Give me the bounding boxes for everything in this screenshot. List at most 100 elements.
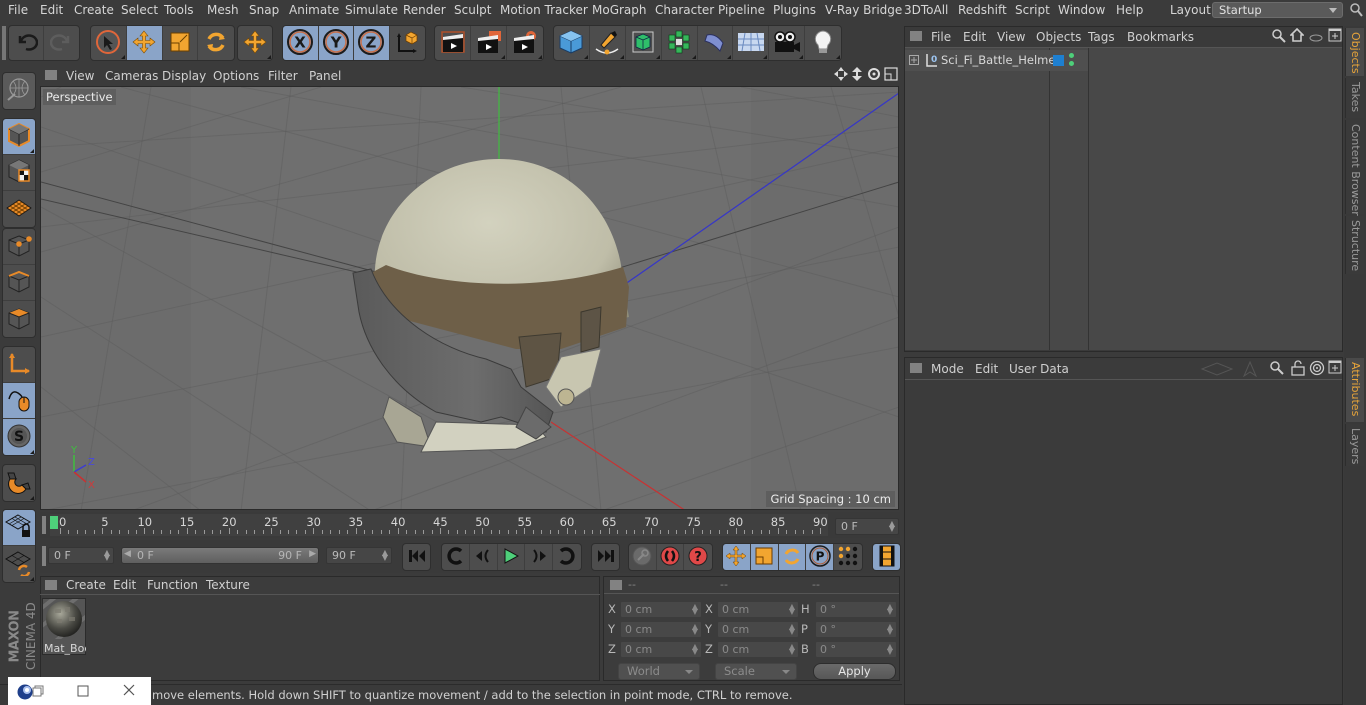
go-to-end-button[interactable]: [592, 544, 619, 570]
size-field[interactable]: 0 cm ▲ ▼: [717, 621, 799, 638]
next-key-button[interactable]: [553, 544, 581, 570]
menu-pipeline[interactable]: Pipeline: [718, 3, 765, 17]
search-icon[interactable]: [1349, 2, 1363, 21]
pen-spline-button[interactable]: [590, 26, 626, 60]
timeline-grip[interactable]: [42, 516, 46, 534]
close-icon[interactable]: [123, 684, 135, 699]
go-to-start-button[interactable]: [403, 544, 430, 570]
am-menu-user-data[interactable]: User Data: [1009, 362, 1069, 376]
key-point-level-button[interactable]: [834, 544, 862, 570]
tab-attributes[interactable]: Attributes: [1345, 358, 1364, 422]
move-button[interactable]: [126, 26, 163, 60]
make-editable-button[interactable]: [3, 73, 35, 109]
axis-mode-button[interactable]: [3, 347, 35, 383]
size-field[interactable]: 0 cm ▲ ▼: [717, 641, 799, 658]
autokeying-button[interactable]: [657, 544, 685, 570]
om-home-icon[interactable]: [1289, 27, 1305, 45]
viewport-menu-panel[interactable]: Panel: [309, 69, 341, 83]
object-manager-grip[interactable]: [910, 31, 922, 41]
play-button[interactable]: [498, 544, 526, 570]
viewport-menu-options[interactable]: Options: [213, 69, 259, 83]
menu-motion-tracker[interactable]: Motion Tracker: [500, 3, 588, 17]
add-cube-button[interactable]: [554, 26, 590, 60]
render-visibility-dot[interactable]: [1069, 61, 1074, 66]
snap-button[interactable]: [3, 465, 35, 501]
menu-create[interactable]: Create: [74, 3, 114, 17]
maximize-icon[interactable]: [77, 685, 89, 700]
key-rotation-button[interactable]: [778, 544, 807, 570]
menu-render[interactable]: Render: [403, 3, 446, 17]
position-field[interactable]: 0 cm ▲ ▼: [620, 621, 702, 638]
target-icon[interactable]: [1309, 360, 1325, 379]
object-name[interactable]: Sci_Fi_Battle_Helmet: [941, 53, 1060, 67]
tab-structure[interactable]: Structure: [1345, 216, 1364, 274]
key-scale-button[interactable]: [750, 544, 779, 570]
menu-script[interactable]: Script: [1015, 3, 1050, 17]
expand-icon[interactable]: [909, 54, 919, 68]
record-keys-button[interactable]: [629, 544, 657, 570]
recent-tool-button[interactable]: [238, 26, 272, 60]
subdivision-surface-button[interactable]: [626, 26, 662, 60]
object-row[interactable]: 0 Sci_Fi_Battle_Helmet: [905, 50, 1088, 71]
om-menu-bookmarks[interactable]: Bookmarks: [1127, 30, 1194, 44]
position-field[interactable]: 0 cm ▲ ▼: [620, 601, 702, 618]
coordinates-grip[interactable]: [610, 580, 622, 590]
next-frame-button[interactable]: [525, 544, 554, 570]
menu-vray-bridge[interactable]: V-Ray Bridge: [825, 3, 902, 17]
redo-button[interactable]: [44, 26, 79, 60]
menu-animate[interactable]: Animate: [289, 3, 339, 17]
playhead[interactable]: [50, 516, 58, 529]
start-frame-field[interactable]: 0 F ▲ ▼: [48, 547, 114, 564]
y-axis-lock-button[interactable]: Y: [318, 26, 354, 60]
material-item[interactable]: Mat_Bod: [42, 598, 86, 655]
om-menu-file[interactable]: File: [931, 30, 951, 44]
key-parameter-button[interactable]: P: [806, 544, 835, 570]
previous-frame-button[interactable]: [470, 544, 498, 570]
rotate-button[interactable]: [198, 26, 234, 60]
menu-3dtoall[interactable]: 3DToAll: [904, 3, 948, 17]
material-manager-grip[interactable]: [45, 580, 57, 590]
camera-button[interactable]: [769, 26, 806, 60]
viewport-menu-display[interactable]: Display: [162, 69, 206, 83]
render-settings-button[interactable]: [507, 26, 543, 60]
3d-viewport[interactable]: Y Z X Perspective Grid Spacing : 10 cm: [40, 86, 899, 510]
material-menu-create[interactable]: Create: [66, 578, 106, 592]
toggle-layout-icon[interactable]: [884, 67, 898, 84]
playback-grip[interactable]: [42, 546, 46, 566]
rotation-field[interactable]: 0 ° ▲ ▼: [815, 621, 897, 638]
tab-content-browser[interactable]: Content Browser: [1345, 120, 1364, 216]
edges-mode-button[interactable]: [3, 265, 35, 301]
apply-button[interactable]: Apply: [813, 663, 896, 680]
cloner-button[interactable]: [662, 26, 698, 60]
viewport-grip[interactable]: [45, 70, 57, 80]
texture-mode-button[interactable]: [3, 155, 35, 191]
menu-simulate[interactable]: Simulate: [345, 3, 398, 17]
attribute-manager-grip[interactable]: [910, 363, 922, 373]
om-new-panel-icon[interactable]: [1328, 28, 1342, 45]
menu-file[interactable]: File: [8, 3, 28, 17]
render-view-button[interactable]: [435, 26, 471, 60]
menu-character[interactable]: Character: [655, 3, 714, 17]
layer-color-swatch[interactable]: [1053, 55, 1064, 66]
rotation-field[interactable]: 0 ° ▲ ▼: [815, 641, 897, 658]
om-menu-view[interactable]: View: [997, 30, 1025, 44]
undo-button[interactable]: [9, 26, 45, 60]
tab-objects[interactable]: Objects: [1345, 28, 1364, 76]
previous-key-button[interactable]: [442, 544, 470, 570]
range-right-arrow-icon[interactable]: ▶: [309, 549, 316, 559]
current-frame-field[interactable]: 0 F ▲ ▼: [835, 518, 899, 535]
polygons-mode-button[interactable]: [3, 301, 35, 337]
z-axis-lock-button[interactable]: Z: [354, 26, 390, 60]
viewport-menu-cameras[interactable]: Cameras: [105, 69, 158, 83]
scale-button[interactable]: [163, 26, 199, 60]
om-search-icon[interactable]: [1272, 29, 1286, 46]
render-picture-viewer-button[interactable]: [471, 26, 507, 60]
frame-range-slider[interactable]: ◀ 0 F 90 F ▶: [121, 547, 319, 564]
lock-icon[interactable]: [1291, 360, 1305, 379]
am-menu-edit[interactable]: Edit: [975, 362, 998, 376]
material-menu-function[interactable]: Function: [147, 578, 198, 592]
om-visibility-icon[interactable]: [1309, 31, 1323, 45]
model-mode-button[interactable]: [3, 119, 35, 155]
menu-snap[interactable]: Snap: [249, 3, 279, 17]
restore-icon[interactable]: [32, 685, 44, 700]
